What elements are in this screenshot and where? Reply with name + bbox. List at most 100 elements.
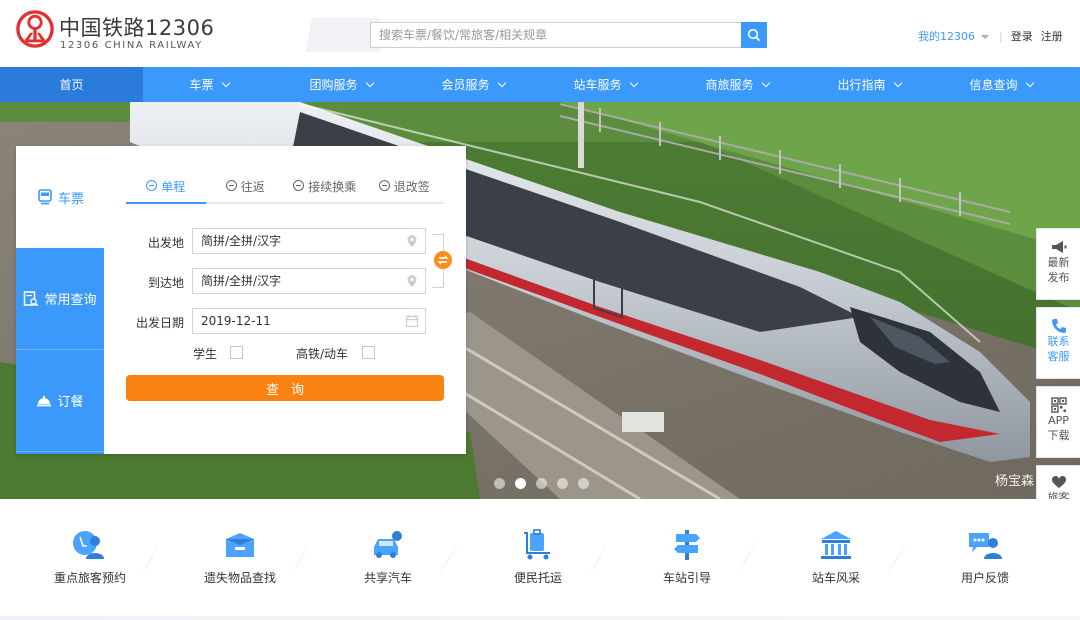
float-label: 联系 bbox=[1047, 335, 1070, 348]
search-button[interactable] bbox=[741, 22, 767, 48]
date-label: 出发日期 bbox=[135, 316, 184, 330]
carousel-dots bbox=[494, 478, 589, 489]
service-shortcuts: 重点旅客预约 遗失物品查找 共享汽车 便民托运 车站引导 站车风采 用户反馈 bbox=[0, 499, 1080, 620]
nav-item-station[interactable]: 站车服务 bbox=[539, 67, 671, 102]
nav-item-info[interactable]: 信息查询 bbox=[935, 67, 1067, 102]
student-checkbox[interactable] bbox=[230, 346, 243, 359]
from-field bbox=[192, 228, 426, 254]
service-lost-found[interactable]: 遗失物品查找 bbox=[180, 529, 300, 586]
chevron-down-icon[interactable] bbox=[981, 35, 989, 39]
feedback-chat-icon bbox=[969, 533, 1002, 559]
highspeed-checkbox[interactable] bbox=[362, 346, 375, 359]
signpost-icon bbox=[674, 530, 700, 560]
service-label: 用户反馈 bbox=[960, 571, 1009, 585]
float-contact-service[interactable]: 联系 客服 bbox=[1036, 307, 1080, 379]
tab-label: 单程 bbox=[161, 180, 186, 194]
tab-transfer[interactable]: 接续换乘 bbox=[285, 178, 365, 204]
float-label: APP bbox=[1048, 414, 1069, 427]
side-tab-label: 常用查询 bbox=[44, 293, 97, 308]
search-box bbox=[370, 22, 742, 48]
search-input[interactable] bbox=[371, 23, 741, 47]
register-link[interactable]: 注册 bbox=[1041, 30, 1063, 43]
priority-passenger-icon bbox=[73, 531, 104, 559]
chevron-down-icon bbox=[365, 78, 374, 88]
service-priority-passenger[interactable]: 重点旅客预约 bbox=[30, 529, 150, 586]
tab-label: 往返 bbox=[240, 180, 265, 194]
document-search-icon bbox=[24, 290, 39, 306]
departure-date-input[interactable] bbox=[193, 309, 393, 333]
location-pin-icon bbox=[407, 275, 417, 287]
nav-label: 会员服务 bbox=[441, 78, 490, 92]
service-station-guide[interactable]: 车站引导 bbox=[627, 529, 747, 586]
service-label: 便民托运 bbox=[513, 571, 562, 585]
swap-stations-button[interactable] bbox=[434, 251, 452, 269]
carousel-dot[interactable] bbox=[557, 478, 568, 489]
service-label: 站车风采 bbox=[811, 571, 860, 585]
service-label: 车站引导 bbox=[662, 571, 711, 585]
booking-side-tabs: 车票 常用查询 订餐 bbox=[16, 146, 105, 454]
service-label: 遗失物品查找 bbox=[203, 571, 276, 585]
nav-item-business[interactable]: 商旅服务 bbox=[671, 67, 803, 102]
chevron-down-icon bbox=[893, 78, 902, 88]
to-label: 到达地 bbox=[147, 276, 184, 290]
service-label: 重点旅客预约 bbox=[53, 571, 126, 585]
main-nav: 首页 车票 团购服务 会员服务 站车服务 商旅服务 出行指南 信息查询 bbox=[0, 67, 1080, 102]
tab-round-trip[interactable]: 往返 bbox=[206, 178, 286, 204]
chevron-down-icon bbox=[1025, 78, 1034, 88]
luggage-cart-icon bbox=[524, 529, 550, 560]
query-button[interactable]: 查询 bbox=[126, 375, 444, 401]
service-shared-car[interactable]: 共享汽车 bbox=[328, 529, 448, 586]
tab-one-way[interactable]: 单程 bbox=[126, 178, 206, 204]
tab-label: 退改签 bbox=[393, 180, 430, 194]
carousel-dot[interactable] bbox=[494, 478, 505, 489]
carousel-dot-active[interactable] bbox=[515, 478, 526, 489]
chevron-down-icon bbox=[761, 78, 770, 88]
nav-item-tickets[interactable]: 车票 bbox=[143, 67, 275, 102]
from-label: 出发地 bbox=[147, 236, 184, 250]
minus-circle-icon bbox=[146, 180, 158, 191]
to-station-input[interactable] bbox=[193, 269, 393, 293]
ticket-booking-panel: 车票 常用查询 订餐 单程 往返 接续换乘 退改签 出发地 简拼/全拼/汉字 到… bbox=[16, 146, 466, 454]
tab-label: 接续换乘 bbox=[308, 180, 357, 194]
refund-circle-icon bbox=[378, 180, 390, 191]
side-tab-meal-order[interactable]: 订餐 bbox=[16, 350, 104, 452]
station-building-icon bbox=[821, 531, 851, 559]
my12306-link[interactable]: 我的12306 bbox=[918, 30, 975, 43]
brand-name-en: 12306 CHINA RAILWAY bbox=[60, 40, 203, 51]
nav-label: 出行指南 bbox=[837, 78, 886, 92]
chevron-down-icon bbox=[221, 78, 230, 88]
nav-item-group[interactable]: 团购服务 bbox=[275, 67, 407, 102]
nav-item-member[interactable]: 会员服务 bbox=[407, 67, 539, 102]
from-station-input[interactable] bbox=[193, 229, 393, 253]
service-user-feedback[interactable]: 用户反馈 bbox=[925, 529, 1045, 586]
date-field bbox=[192, 308, 426, 334]
transfer-circle-icon bbox=[293, 180, 305, 191]
megaphone-icon bbox=[1051, 241, 1066, 253]
divider: | bbox=[999, 30, 1003, 43]
tab-refund-change[interactable]: 退改签 bbox=[365, 178, 445, 204]
float-app-download[interactable]: APP 下载 bbox=[1036, 386, 1080, 458]
photo-credit: 杨宝森 bbox=[995, 474, 1035, 489]
search-icon bbox=[747, 28, 761, 42]
service-station-showcase[interactable]: 站车风采 bbox=[776, 529, 896, 586]
nav-label: 首页 bbox=[59, 78, 84, 92]
side-tab-common-query[interactable]: 常用查询 bbox=[16, 248, 104, 350]
nav-item-guide[interactable]: 出行指南 bbox=[803, 67, 935, 102]
carousel-dot[interactable] bbox=[578, 478, 589, 489]
float-label: 客服 bbox=[1047, 350, 1070, 363]
service-luggage-shipping[interactable]: 便民托运 bbox=[478, 529, 598, 586]
login-link[interactable]: 登录 bbox=[1011, 30, 1033, 43]
float-latest-news[interactable]: 最新 发布 bbox=[1036, 228, 1080, 300]
swap-icon bbox=[437, 255, 449, 265]
calendar-icon[interactable] bbox=[405, 314, 419, 328]
lost-box-icon bbox=[226, 533, 254, 557]
qrcode-icon bbox=[1050, 397, 1067, 413]
carousel-dot[interactable] bbox=[536, 478, 547, 489]
shared-car-icon bbox=[374, 531, 402, 558]
china-railway-logo[interactable] bbox=[16, 10, 54, 48]
highspeed-label: 高铁/动车 bbox=[296, 347, 349, 361]
nav-item-home[interactable]: 首页 bbox=[0, 67, 143, 102]
side-tab-tickets[interactable]: 车票 bbox=[16, 146, 105, 248]
float-label: 发布 bbox=[1047, 271, 1070, 284]
phone-icon bbox=[1051, 319, 1066, 333]
